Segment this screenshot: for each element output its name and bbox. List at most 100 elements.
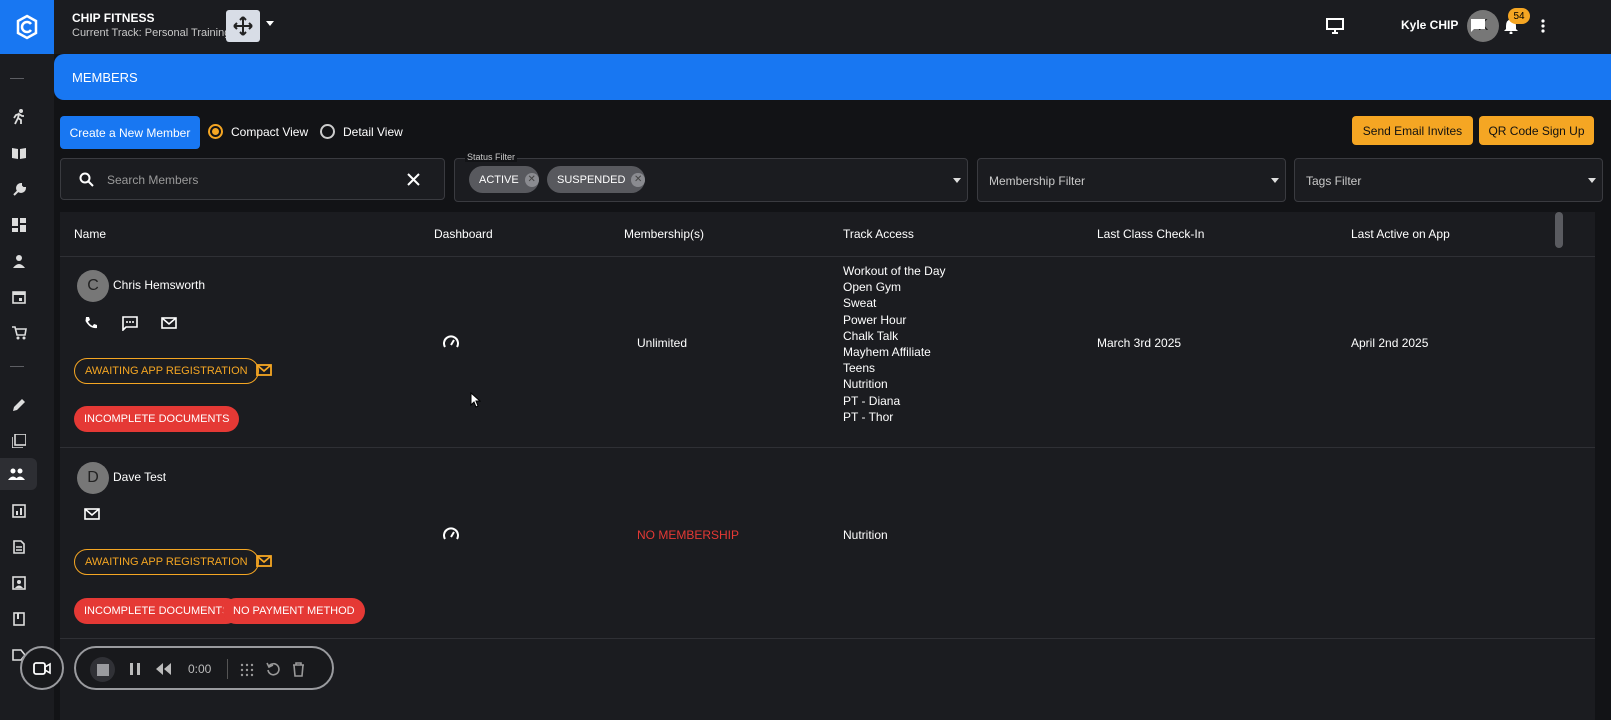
- track-access-list: Nutrition: [843, 528, 888, 542]
- tags-filter[interactable]: Tags Filter: [1294, 158, 1603, 202]
- table-scrollbar[interactable]: [1555, 212, 1563, 248]
- running-icon[interactable]: [8, 106, 30, 128]
- page-header: MEMBERS: [54, 54, 1611, 100]
- chip-logo-icon: [16, 14, 38, 40]
- members-table: Name Dashboard Membership(s) Track Acces…: [60, 212, 1595, 720]
- column-header-memberships[interactable]: Membership(s): [624, 227, 704, 241]
- contact-card-icon[interactable]: [8, 572, 30, 594]
- pencil-icon[interactable]: [8, 394, 30, 416]
- chat-icon[interactable]: [1467, 15, 1489, 37]
- page-title: MEMBERS: [72, 70, 138, 85]
- membership-cell: NO MEMBERSHIP: [637, 528, 740, 542]
- detail-view-label: Detail View: [343, 124, 403, 139]
- row-divider: [60, 638, 1595, 639]
- last-checkin-cell: March 3rd 2025: [1097, 336, 1182, 350]
- document-icon[interactable]: [8, 536, 30, 558]
- compact-view-label: Compact View: [231, 124, 309, 139]
- rewind-icon[interactable]: [156, 663, 171, 675]
- app-logo[interactable]: [0, 0, 54, 54]
- person-icon[interactable]: [8, 250, 30, 272]
- alert-badge: NO PAYMENT METHOD: [223, 598, 365, 624]
- cart-icon[interactable]: [8, 322, 30, 344]
- trash-icon[interactable]: [292, 662, 305, 677]
- detail-view-radio[interactable]: Detail View: [320, 124, 403, 139]
- sidebar-divider: [10, 366, 24, 367]
- more-vertical-icon[interactable]: [1532, 15, 1554, 37]
- column-header-track-access[interactable]: Track Access: [843, 227, 914, 241]
- dashboard-gauge-icon[interactable]: [443, 335, 459, 349]
- phone-icon[interactable]: [84, 316, 98, 330]
- dashboard-gauge-icon[interactable]: [443, 527, 459, 541]
- track-switch-button[interactable]: [226, 10, 260, 42]
- chip-label: ACTIVE: [479, 173, 519, 186]
- member-name[interactable]: Dave Test: [113, 470, 166, 484]
- email-invite-icon[interactable]: [256, 364, 272, 376]
- row-divider: [60, 447, 1595, 448]
- create-member-button[interactable]: Create a New Member: [60, 116, 200, 149]
- radio-selected: [208, 124, 223, 139]
- sms-icon[interactable]: [122, 316, 138, 331]
- chevron-down-icon[interactable]: [1588, 178, 1596, 183]
- chevron-down-icon[interactable]: [266, 21, 274, 26]
- status-badge: AWAITING APP REGISTRATION: [74, 549, 259, 575]
- avatar[interactable]: D: [77, 462, 109, 494]
- reports-icon[interactable]: [8, 500, 30, 522]
- user-name[interactable]: Kyle CHIP: [1401, 18, 1458, 32]
- email-icon[interactable]: [161, 317, 177, 329]
- notebook-icon[interactable]: [8, 608, 30, 630]
- pause-icon[interactable]: [130, 663, 140, 675]
- column-header-name[interactable]: Name: [74, 227, 106, 241]
- header-divider: [60, 256, 1595, 257]
- status-chip-active[interactable]: ACTIVE ✕: [469, 166, 539, 193]
- grid-dots-icon[interactable]: [240, 663, 254, 677]
- book-icon[interactable]: [8, 142, 30, 164]
- membership-filter-label: Membership Filter: [989, 174, 1086, 188]
- recording-timer: 0:00: [188, 662, 212, 676]
- chip-remove-icon[interactable]: ✕: [524, 172, 539, 187]
- mouse-cursor-icon: [470, 392, 481, 408]
- arrows-swap-icon: [233, 16, 253, 36]
- camera-toggle-button[interactable]: [20, 646, 64, 690]
- sidebar-divider: [10, 78, 24, 79]
- column-header-last-active[interactable]: Last Active on App: [1351, 227, 1450, 241]
- status-badge: AWAITING APP REGISTRATION: [74, 358, 259, 384]
- alert-badge: INCOMPLETE DOCUMENTS: [74, 406, 240, 432]
- stop-icon: [96, 663, 109, 676]
- qr-code-signup-button[interactable]: QR Code Sign Up: [1479, 116, 1594, 145]
- dashboard-icon[interactable]: [8, 214, 30, 236]
- status-chip-suspended[interactable]: SUSPENDED ✕: [547, 166, 645, 193]
- membership-filter[interactable]: Membership Filter: [977, 158, 1286, 202]
- track-access-list: Workout of the Day Open Gym Sweat Power …: [843, 264, 946, 424]
- monitor-icon[interactable]: [1324, 15, 1346, 37]
- top-bar: CHIP FITNESS Current Track: Personal Tra…: [54, 0, 1611, 54]
- email-invite-icon[interactable]: [256, 555, 272, 567]
- recorder-controls: 0:00: [74, 646, 334, 690]
- member-name[interactable]: Chris Hemsworth: [113, 278, 205, 292]
- search-icon: [79, 172, 94, 187]
- chevron-down-icon[interactable]: [1271, 178, 1279, 183]
- calendar-icon[interactable]: [8, 286, 30, 308]
- column-header-dashboard[interactable]: Dashboard: [434, 227, 493, 241]
- video-camera-icon: [33, 661, 51, 675]
- stop-recording-button[interactable]: [90, 657, 115, 682]
- gym-name: CHIP FITNESS: [72, 11, 155, 25]
- restart-icon[interactable]: [266, 662, 280, 676]
- members-icon[interactable]: [0, 458, 37, 490]
- compact-view-radio[interactable]: Compact View: [208, 124, 308, 139]
- recorder-divider: [227, 659, 228, 679]
- wrench-icon[interactable]: [8, 178, 30, 200]
- chevron-down-icon[interactable]: [953, 178, 961, 183]
- column-header-last-checkin[interactable]: Last Class Check-In: [1097, 227, 1204, 241]
- chip-remove-icon[interactable]: ✕: [631, 172, 645, 187]
- send-email-invites-button[interactable]: Send Email Invites: [1352, 116, 1473, 145]
- close-icon[interactable]: [407, 173, 420, 186]
- chip-label: SUSPENDED: [557, 173, 626, 186]
- avatar[interactable]: C: [77, 270, 109, 302]
- search-input[interactable]: Search Members: [60, 158, 445, 200]
- library-icon[interactable]: [8, 430, 30, 452]
- sidebar: [0, 0, 54, 720]
- status-filter-legend: Status Filter: [465, 152, 518, 162]
- email-icon[interactable]: [84, 508, 100, 520]
- radio-unselected: [320, 124, 335, 139]
- last-active-cell: April 2nd 2025: [1351, 336, 1429, 350]
